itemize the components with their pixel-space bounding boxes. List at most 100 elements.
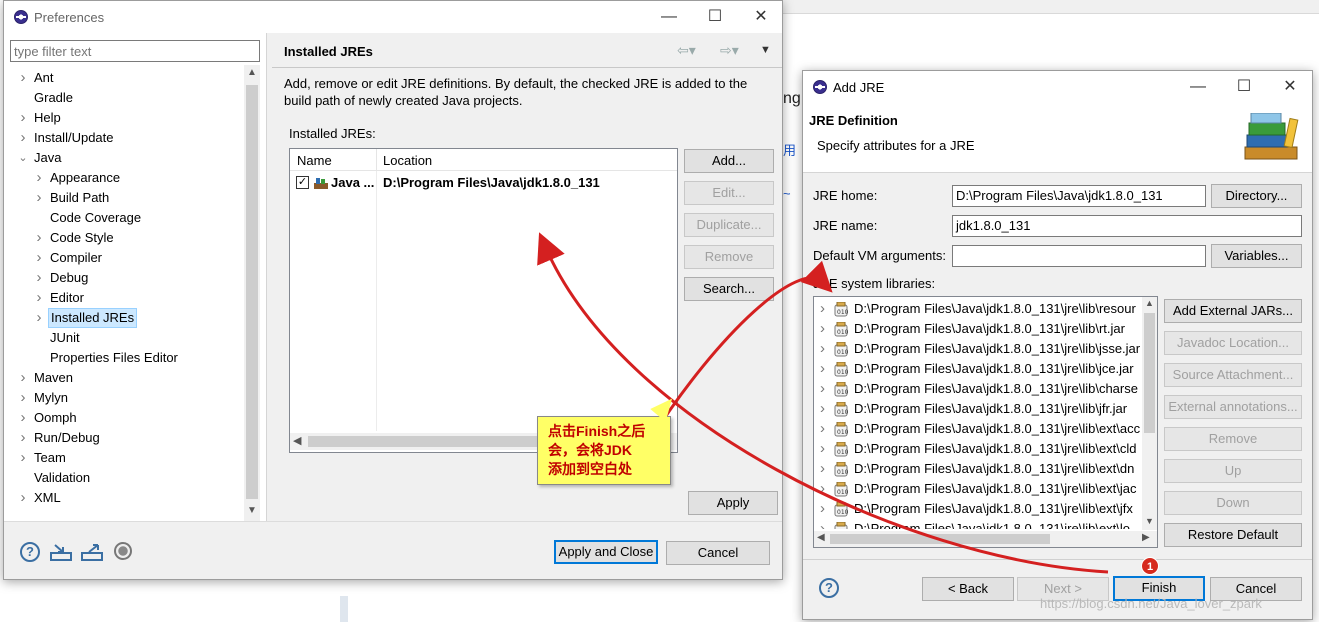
chevron-right-icon[interactable]: ›	[820, 419, 825, 439]
add-external-jars-button[interactable]: Add External JARs...	[1164, 299, 1302, 323]
remove-lib-button[interactable]: Remove	[1164, 427, 1302, 451]
help-icon[interactable]: ?	[819, 578, 839, 598]
tree-item[interactable]: › Build Path	[4, 188, 242, 208]
library-row[interactable]: › 010 D:\Program Files\Java\jdk1.8.0_131\j…	[814, 359, 1142, 379]
chevron-down-icon[interactable]: ⌄	[17, 148, 29, 168]
scroll-up-icon[interactable]: ▲	[1142, 298, 1157, 308]
tree-item[interactable]: › Oomph	[4, 408, 242, 428]
chevron-right-icon[interactable]: ›	[820, 339, 825, 359]
restore-default-button[interactable]: Restore Default	[1164, 523, 1302, 547]
chevron-right-icon[interactable]: ›	[820, 359, 825, 379]
chevron-right-icon[interactable]: ›	[820, 319, 825, 339]
tree-item[interactable]: › Team	[4, 448, 242, 468]
add-button[interactable]: Add...	[684, 149, 774, 173]
close-button[interactable]: ✕	[1267, 71, 1313, 103]
chevron-right-icon[interactable]: ›	[17, 448, 29, 468]
help-icon[interactable]: ?	[20, 542, 40, 562]
chevron-right-icon[interactable]: ›	[17, 408, 29, 428]
tree-item[interactable]: › Editor	[4, 288, 242, 308]
chevron-right-icon[interactable]: ›	[820, 499, 825, 519]
chevron-right-icon[interactable]: ›	[820, 379, 825, 399]
libs-vscrollbar[interactable]: ▲ ▼	[1142, 297, 1157, 530]
chevron-right-icon[interactable]: ›	[820, 459, 825, 479]
back-button[interactable]: < Back	[922, 577, 1014, 601]
library-row[interactable]: › 010 D:\Program Files\Java\jdk1.8.0_131\j…	[814, 499, 1142, 519]
scroll-right-icon[interactable]: ▶	[1142, 532, 1150, 543]
table-row[interactable]: ✓ Java ... D:\Program Files\Java\jdk1.8.…	[290, 173, 677, 193]
chevron-right-icon[interactable]: ›	[820, 439, 825, 459]
tree-item[interactable]: › Run/Debug	[4, 428, 242, 448]
column-name[interactable]: Name	[297, 153, 332, 168]
tree-item[interactable]: › XML	[4, 488, 242, 508]
tree-scrollbar[interactable]: ▲ ▼	[244, 65, 260, 521]
close-button[interactable]: ✕	[738, 1, 784, 33]
tree-item[interactable]: Gradle	[4, 88, 242, 108]
library-row[interactable]: › 010 D:\Program Files\Java\jdk1.8.0_131\j…	[814, 339, 1142, 359]
filter-input[interactable]	[10, 40, 260, 62]
tree-item[interactable]: › Compiler	[4, 248, 242, 268]
chevron-right-icon[interactable]: ›	[33, 288, 45, 308]
chevron-right-icon[interactable]: ›	[33, 228, 45, 248]
library-row[interactable]: › 010 D:\Program Files\Java\jdk1.8.0_131\j…	[814, 379, 1142, 399]
library-row[interactable]: › 010 D:\Program Files\Java\jdk1.8.0_131\j…	[814, 399, 1142, 419]
column-location[interactable]: Location	[383, 153, 432, 168]
duplicate-button[interactable]: Duplicate...	[684, 213, 774, 237]
directory-button[interactable]: Directory...	[1211, 184, 1302, 208]
tree-item[interactable]: Code Coverage	[4, 208, 242, 228]
variables-button[interactable]: Variables...	[1211, 244, 1302, 268]
tree-item[interactable]: › Mylyn	[4, 388, 242, 408]
chevron-right-icon[interactable]: ›	[820, 479, 825, 499]
tree-item[interactable]: › Code Style	[4, 228, 242, 248]
chevron-right-icon[interactable]: ›	[17, 428, 29, 448]
record-icon[interactable]	[114, 542, 132, 560]
apply-and-close-button[interactable]: Apply and Close	[554, 540, 658, 564]
tree-item[interactable]: ⌄ Java	[4, 148, 242, 168]
external-annotations-button[interactable]: External annotations...	[1164, 395, 1302, 419]
library-row[interactable]: › 010 D:\Program Files\Java\jdk1.8.0_131\j…	[814, 319, 1142, 339]
apply-button[interactable]: Apply	[688, 491, 778, 515]
libs-hscrollbar[interactable]: ◀ ▶	[814, 531, 1157, 547]
back-nav-icon[interactable]: ⇦▾	[677, 42, 696, 59]
scroll-up-icon[interactable]: ▲	[244, 67, 260, 78]
remove-button[interactable]: Remove	[684, 245, 774, 269]
jre-name-input[interactable]: jdk1.8.0_131	[952, 215, 1302, 237]
chevron-right-icon[interactable]: ›	[17, 128, 29, 148]
scroll-left-icon[interactable]: ◀	[293, 434, 301, 447]
chevron-right-icon[interactable]: ›	[17, 368, 29, 388]
edit-button[interactable]: Edit...	[684, 181, 774, 205]
scroll-down-icon[interactable]: ▼	[1142, 516, 1157, 526]
tree-item[interactable]: JUnit	[4, 328, 242, 348]
chevron-right-icon[interactable]: ›	[33, 188, 45, 208]
chevron-right-icon[interactable]: ›	[17, 388, 29, 408]
source-attachment-button[interactable]: Source Attachment...	[1164, 363, 1302, 387]
tree-item[interactable]: › Maven	[4, 368, 242, 388]
tree-item[interactable]: › Installed JREs	[4, 308, 242, 328]
tree-item[interactable]: › Debug	[4, 268, 242, 288]
column-divider[interactable]	[376, 149, 377, 171]
chevron-right-icon[interactable]: ›	[820, 299, 825, 319]
import-icon[interactable]	[50, 542, 72, 562]
jre-home-input[interactable]: D:\Program Files\Java\jdk1.8.0_131	[952, 185, 1206, 207]
library-row[interactable]: › 010 D:\Program Files\Java\jdk1.8.0_131\j…	[814, 419, 1142, 439]
chevron-right-icon[interactable]: ›	[17, 68, 29, 88]
view-menu-icon[interactable]: ▼	[760, 44, 771, 56]
tree-item[interactable]: › Help	[4, 108, 242, 128]
maximize-button[interactable]: ☐	[692, 1, 738, 33]
library-row[interactable]: › 010 D:\Program Files\Java\jdk1.8.0_131\j…	[814, 299, 1142, 319]
scroll-down-icon[interactable]: ▼	[244, 505, 260, 516]
libs-hscroll-thumb[interactable]	[830, 534, 1050, 544]
library-row[interactable]: › 010 D:\Program Files\Java\jdk1.8.0_131\j…	[814, 479, 1142, 499]
libs-scroll-thumb[interactable]	[1144, 313, 1155, 433]
chevron-right-icon[interactable]: ›	[33, 168, 45, 188]
library-row[interactable]: › 010 D:\Program Files\Java\jdk1.8.0_131\j…	[814, 459, 1142, 479]
minimize-button[interactable]: —	[1175, 71, 1221, 103]
javadoc-location-button[interactable]: Javadoc Location...	[1164, 331, 1302, 355]
tree-item[interactable]: Properties Files Editor	[4, 348, 242, 368]
chevron-right-icon[interactable]: ›	[17, 108, 29, 128]
tree-scroll-thumb[interactable]	[246, 85, 258, 499]
forward-nav-icon[interactable]: ⇨▾	[720, 42, 739, 59]
jre-checkbox[interactable]: ✓	[296, 176, 309, 189]
down-button[interactable]: Down	[1164, 491, 1302, 515]
vm-args-input[interactable]	[952, 245, 1206, 267]
tree-item[interactable]: Validation	[4, 468, 242, 488]
